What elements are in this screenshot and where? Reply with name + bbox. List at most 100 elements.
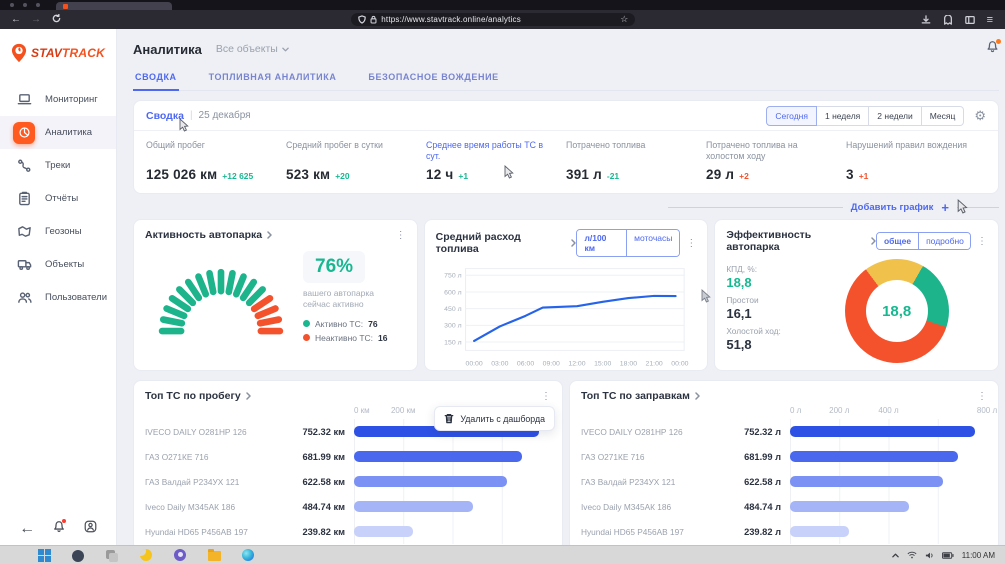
- task-view-icon[interactable]: [106, 549, 119, 562]
- refuel-bar: [790, 451, 958, 462]
- address-bar[interactable]: https://www.stavtrack.online/analytics ☆: [351, 13, 635, 26]
- toggle-motohours[interactable]: моточасы: [626, 230, 679, 256]
- sidebar-item-monitoring[interactable]: Мониторинг: [0, 83, 116, 116]
- users-icon: [13, 287, 35, 309]
- toggle-l-per-100km[interactable]: л/100 км: [577, 230, 626, 256]
- back-icon[interactable]: ←: [6, 14, 26, 25]
- avg-fuel-title[interactable]: Средний расход топлива: [436, 231, 577, 255]
- kebab-menu-icon[interactable]: [971, 236, 987, 247]
- sidebar-item-users[interactable]: Пользователи: [0, 281, 116, 314]
- favicon: [63, 4, 68, 9]
- objects-filter-dropdown[interactable]: Все объекты: [216, 43, 289, 55]
- fleet-efficiency-title[interactable]: Эффективность автопарка: [726, 229, 876, 253]
- svg-text:18:00: 18:00: [619, 361, 636, 368]
- search-icon[interactable]: [72, 549, 85, 562]
- page-title: Аналитика: [133, 42, 202, 57]
- refuel-bar: [790, 476, 943, 487]
- add-chart-button[interactable]: Добавить график: [851, 202, 934, 213]
- top-refuels-title[interactable]: Топ ТС по заправкам: [581, 390, 700, 402]
- fuel-unit-toggle: л/100 км моточасы: [576, 229, 680, 257]
- svg-text:150 л: 150 л: [444, 339, 461, 346]
- summary-title-link[interactable]: Сводка: [146, 110, 184, 122]
- reload-icon[interactable]: [46, 14, 66, 26]
- forward-icon[interactable]: →: [26, 14, 46, 25]
- shield-icon: [358, 15, 366, 24]
- fleet-activity-card: Активность автопарка 76% вашего автопарк…: [133, 219, 418, 371]
- downloads-icon[interactable]: [921, 15, 931, 25]
- start-button-icon[interactable]: [38, 549, 51, 562]
- kebab-menu-icon[interactable]: [680, 238, 696, 249]
- stat-avg-work-time: Среднее время работы ТС в сут. 12 ч+1: [426, 140, 566, 182]
- range-month-button[interactable]: Месяц: [922, 106, 965, 126]
- browser-titlebar: [0, 0, 1005, 10]
- tab-summary[interactable]: СВОДКА: [133, 68, 179, 91]
- edge-browser-icon[interactable]: [242, 549, 255, 562]
- vehicle-row: Hyundai HD65 Р456АВ 197239.82 л: [581, 519, 987, 544]
- tray-chevron-icon[interactable]: [892, 553, 899, 558]
- toggle-detailed[interactable]: подробно: [918, 233, 971, 249]
- summary-card: Сводка | 25 декабря Сегодня 1 неделя 2 н…: [133, 100, 999, 194]
- wifi-icon[interactable]: [907, 551, 917, 559]
- purple-app-icon[interactable]: [174, 549, 187, 562]
- toggle-general[interactable]: общее: [877, 233, 918, 249]
- bookmark-star-icon[interactable]: ☆: [620, 14, 628, 25]
- vehicle-row: ГАЗ Валдай Р234УХ 121622.58 л: [581, 469, 987, 494]
- collapse-sidebar-icon[interactable]: ←: [19, 520, 35, 538]
- tab-fuel-analytics[interactable]: ТОПЛИВНАЯ АНАЛИТИКА: [207, 68, 339, 90]
- notifications-bell-icon[interactable]: [53, 520, 65, 538]
- stat-idle-fuel: Потрачено топлива на холостом ходу 29 л+…: [706, 140, 846, 182]
- alerts-bell-icon[interactable]: [986, 40, 999, 58]
- svg-text:21:00: 21:00: [645, 361, 662, 368]
- sidebar-item-reports[interactable]: Отчёты: [0, 182, 116, 215]
- legend-active: Активно ТС: 76: [303, 319, 398, 329]
- battery-icon[interactable]: [942, 552, 954, 559]
- settings-gear-icon[interactable]: ⚙: [974, 109, 986, 122]
- sidebar-item-tracks[interactable]: Треки: [0, 149, 116, 182]
- sidebar-panel-icon[interactable]: [965, 15, 975, 25]
- delete-from-dashboard-menu-item[interactable]: Удалить с дашборда: [434, 406, 555, 431]
- window-controls[interactable]: [10, 3, 40, 7]
- reports-icon: [13, 188, 35, 210]
- url-text: https://www.stavtrack.online/analytics: [381, 15, 616, 24]
- sidebar-item-analytics[interactable]: Аналитика: [0, 116, 116, 149]
- red-dot-icon: [303, 334, 310, 341]
- svg-text:600 л: 600 л: [444, 289, 461, 296]
- sidebar-item-objects[interactable]: Объекты: [0, 248, 116, 281]
- stat-driving-violations: Нарушений правил вождения 3+1: [846, 140, 986, 182]
- kebab-menu-icon[interactable]: [971, 391, 987, 402]
- vehicle-row: IVECO DAILY О281НР 126752.32 л: [581, 419, 987, 444]
- kebab-menu-icon[interactable]: [535, 391, 551, 402]
- plus-icon[interactable]: +: [941, 201, 949, 214]
- fleet-activity-title[interactable]: Активность автопарка: [145, 229, 272, 241]
- top-mileage-title[interactable]: Топ ТС по пробегу: [145, 390, 251, 402]
- kebab-menu-icon[interactable]: [390, 230, 406, 241]
- top-mileage-card: Топ ТС по пробегу Удалить с дашборда 0 к…: [133, 380, 563, 545]
- svg-text:15:00: 15:00: [594, 361, 611, 368]
- range-today-button[interactable]: Сегодня: [766, 106, 817, 126]
- browser-tab[interactable]: [56, 2, 172, 10]
- activity-gauge-chart: [145, 251, 297, 337]
- extensions-icon[interactable]: [943, 15, 953, 25]
- legend-inactive: Неактивно ТС: 16: [303, 333, 398, 343]
- account-icon[interactable]: [84, 520, 97, 538]
- moon-app-icon[interactable]: [140, 549, 153, 562]
- file-explorer-icon[interactable]: [208, 549, 221, 562]
- refuels-rows: IVECO DAILY О281НР 126752.32 л ГАЗ О271К…: [581, 419, 987, 544]
- svg-text:300 л: 300 л: [444, 323, 461, 330]
- tab-safe-driving[interactable]: БЕЗОПАСНОЕ ВОЖДЕНИЕ: [366, 68, 500, 90]
- logo-pin-icon: [10, 43, 28, 63]
- range-2weeks-button[interactable]: 2 недели: [869, 106, 921, 126]
- menu-icon[interactable]: ≡: [987, 14, 993, 26]
- sidebar-menu: Мониторинг Аналитика Треки Отчёты Геозон…: [0, 83, 116, 314]
- range-1week-button[interactable]: 1 неделя: [817, 106, 869, 126]
- sidebar-item-geozones[interactable]: Геозоны: [0, 215, 116, 248]
- clock[interactable]: 11:00 AM: [962, 551, 995, 560]
- browser-toolbar: ← → https://www.stavtrack.online/analyti…: [0, 10, 1005, 29]
- objects-icon: [13, 254, 35, 276]
- geozones-icon: [13, 221, 35, 243]
- fuel-line-chart: 150 л300 л450 л600 л750 л00:0003:0006:00…: [436, 261, 694, 377]
- stat-fuel-used: Потрачено топлива 391 л-21: [566, 140, 706, 182]
- svg-text:00:00: 00:00: [465, 361, 482, 368]
- volume-icon[interactable]: [925, 551, 934, 560]
- mileage-bar: [354, 526, 413, 537]
